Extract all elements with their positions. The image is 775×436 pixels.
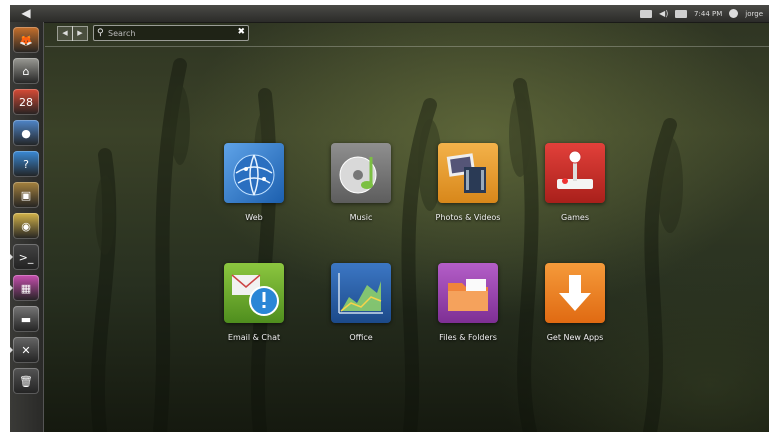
search-input[interactable] [108,27,228,39]
launcher-glyph: ▣ [20,188,32,202]
games-icon [545,143,605,203]
chat-icon[interactable]: ● [13,120,39,146]
top-panel: ◀ ◀) 7:44 PM jorge [10,5,769,23]
launcher-glyph: ? [23,157,29,171]
launcher-glyph: ▬ [20,312,32,326]
app-label: Get New Apps [546,333,604,342]
app-label: Photos & Videos [435,213,501,222]
launcher-glyph: ◉ [21,219,31,233]
rhythmbox-icon[interactable]: ◉ [13,213,39,239]
running-indicator [10,347,13,353]
help-icon[interactable]: ? [13,151,39,177]
workspace-icon[interactable]: ▬ [13,306,39,332]
web-icon [224,143,284,203]
ubuntu-logo-icon[interactable]: ◀ [18,6,34,21]
user-icon[interactable] [729,9,739,18]
app-tile-files-folders[interactable]: Files & Folders [418,263,518,358]
app-tile-email-chat[interactable]: Email & Chat [204,263,304,358]
desktop-screen: ◀ ◀) 7:44 PM jorge 🦊 ⌂ 28 ●? ▣ ◉ >_ ▦ ▬ ✕ 🗑 ◀ ▶ ⚲ … [10,5,769,432]
search-box[interactable]: ⚲ ✖ [93,25,249,41]
calendar-icon[interactable]: 28 [13,89,39,115]
launcher-glyph: 🗑 [19,374,33,388]
launcher-glyph: ⌂ [22,64,30,78]
app-label: Office [349,333,373,342]
launcher: 🦊 ⌂ 28 ●? ▣ ◉ >_ ▦ ▬ ✕ 🗑 [10,22,44,432]
sound-icon[interactable]: ◀) [659,9,668,18]
running-indicator [10,285,13,291]
app-tile-games[interactable]: Games [525,143,625,238]
office-icon [331,263,391,323]
launcher-glyph: ● [21,126,31,140]
firefox-icon[interactable]: 🦊 [13,27,39,53]
clear-search-icon[interactable]: ✖ [237,26,245,39]
app-tile-photos-videos[interactable]: Photos & Videos [418,143,518,238]
home-folder-icon[interactable]: ⌂ [13,58,39,84]
app-label: Files & Folders [439,333,497,342]
settings-icon[interactable]: ✕ [10,337,39,363]
app-label: Email & Chat [227,333,281,342]
clock[interactable]: 7:44 PM [694,10,722,18]
mail-icon[interactable] [675,9,688,18]
get-new-apps-icon [545,263,605,323]
photos-videos-icon [438,143,498,203]
media-icon[interactable]: ▦ [10,275,39,301]
forward-button[interactable]: ▶ [72,26,88,41]
dash-search-bar: ◀ ▶ ⚲ ✖ [45,24,769,47]
launcher-glyph: ▦ [20,281,32,295]
email-chat-icon [224,263,284,323]
launcher-glyph: >_ [18,250,34,264]
back-button[interactable]: ◀ [57,26,73,41]
software-center-icon[interactable]: ▣ [13,182,39,208]
search-icon: ⚲ [97,28,104,38]
app-label: Music [349,213,373,222]
app-tile-web[interactable]: Web [204,143,304,238]
files-folders-icon [438,263,498,323]
launcher-glyph: 🦊 [19,33,33,47]
app-label: Games [561,213,589,222]
launcher-glyph: ✕ [21,343,31,357]
launcher-glyph: 28 [19,95,33,109]
trash-icon[interactable]: 🗑 [13,368,39,394]
app-label: Web [245,213,263,222]
app-tile-get-new-apps[interactable]: Get New Apps [525,263,625,358]
app-tile-music[interactable]: Music [311,143,411,238]
terminal-icon[interactable]: >_ [10,244,39,270]
running-indicator [10,254,13,260]
username[interactable]: jorge [745,10,763,18]
battery-icon[interactable] [640,9,653,18]
app-tile-office[interactable]: Office [311,263,411,358]
indicator-area: ◀) 7:44 PM jorge [640,5,763,22]
music-icon [331,143,391,203]
